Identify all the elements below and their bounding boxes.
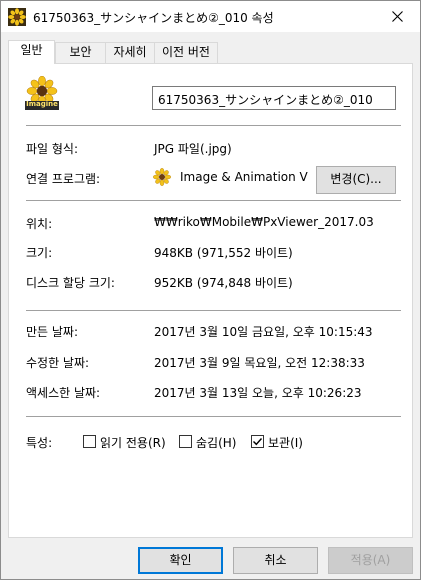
size-on-disk-label: 디스크 할당 크기:: [26, 276, 115, 290]
location-value: ₩₩riko₩Mobile₩PxViewer_2017.03: [154, 215, 374, 229]
created-value: 2017년 3월 10일 금요일, 오후 10:15:43: [154, 325, 373, 339]
readonly-label[interactable]: 읽기 전용(R): [100, 434, 166, 451]
title-bar[interactable]: 61750363_サンシャインまとめ②_010 속성: [1, 1, 420, 32]
tab-security[interactable]: 보안: [55, 42, 106, 63]
properties-dialog: 61750363_サンシャインまとめ②_010 속성 일반 보안 자세히 이전 …: [0, 0, 421, 580]
close-icon: [391, 11, 403, 22]
file-type-value: JPG 파일(.jpg): [154, 142, 232, 156]
archive-checkbox[interactable]: [251, 435, 264, 448]
accessed-value: 2017년 3월 13일 오늘, 오후 10:26:23: [154, 386, 362, 400]
hidden-label[interactable]: 숨김(H): [196, 434, 236, 451]
apply-button[interactable]: 적용(A): [328, 547, 413, 574]
file-type-label: 파일 형식:: [26, 142, 79, 156]
created-label: 만든 날짜:: [26, 325, 79, 339]
filename-field[interactable]: 61750363_サンシャインまとめ②_010: [152, 86, 396, 110]
separator: [26, 200, 401, 201]
readonly-checkbox[interactable]: [83, 435, 96, 448]
opens-with-label: 연결 프로그램:: [26, 172, 101, 186]
sunflower-thumbnail-icon: [8, 8, 26, 26]
close-button[interactable]: [374, 1, 420, 32]
opens-with-value: Image & Animation Vie: [180, 170, 308, 184]
cancel-button[interactable]: 취소: [233, 547, 318, 574]
tab-general[interactable]: 일반: [8, 40, 55, 64]
thumbnail-caption: Imagine: [26, 100, 58, 108]
app-sunflower-icon: [153, 168, 172, 187]
attributes-label: 특성:: [26, 436, 53, 450]
separator: [26, 416, 401, 417]
location-label: 위치:: [26, 217, 53, 231]
size-label: 크기:: [26, 246, 53, 260]
modified-value: 2017년 3월 9일 목요일, 오전 12:38:33: [154, 356, 365, 370]
checkmark-icon: [253, 438, 263, 446]
accessed-label: 액세스한 날짜:: [26, 386, 101, 400]
separator: [26, 125, 401, 126]
hidden-checkbox[interactable]: [179, 435, 192, 448]
size-value: 948KB (971,552 바이트): [154, 246, 293, 260]
window-title: 61750363_サンシャインまとめ②_010 속성: [33, 11, 274, 25]
size-on-disk-value: 952KB (974,848 바이트): [154, 276, 293, 290]
archive-label[interactable]: 보관(I): [268, 434, 303, 451]
general-tab-panel: Imagine 61750363_サンシャインまとめ②_010 파일 형식: J…: [8, 63, 413, 538]
change-program-button[interactable]: 변경(C)...: [316, 166, 396, 194]
modified-label: 수정한 날짜:: [26, 356, 90, 370]
tab-previous-versions[interactable]: 이전 버전: [154, 42, 218, 63]
separator: [26, 310, 401, 311]
ok-button[interactable]: 확인: [138, 547, 223, 574]
file-thumbnail: Imagine: [24, 75, 60, 110]
tab-details[interactable]: 자세히: [105, 42, 155, 63]
